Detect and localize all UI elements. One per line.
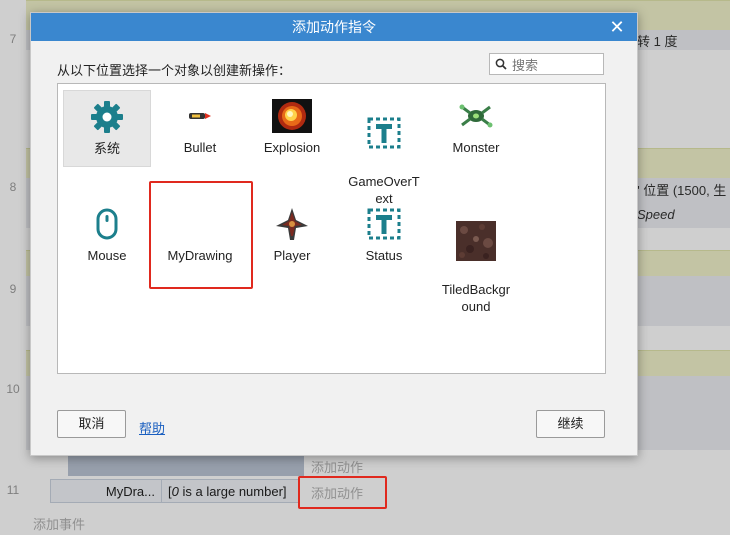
add-event-link[interactable]: 添加事件	[33, 514, 85, 533]
object-label: Explosion	[263, 140, 321, 155]
object-label: Monster	[452, 140, 500, 155]
dialog-title: 添加动作指令	[292, 19, 376, 35]
explosion-sprite-icon	[272, 99, 312, 133]
condition-value: 0	[171, 484, 179, 499]
add-action-dialog: 添加动作指令 ✕ 从以下位置选择一个对象以创建新操作： 搜索 系统 Bullet…	[30, 12, 638, 456]
object-label: TiledBackgr ound	[441, 282, 511, 314]
search-icon	[495, 58, 507, 70]
object-item-player[interactable]: Player	[248, 198, 336, 264]
object-label: Bullet	[183, 140, 217, 155]
object-item-bullet[interactable]: Bullet	[156, 90, 244, 156]
object-item-mouse[interactable]: Mouse	[63, 198, 151, 264]
close-icon[interactable]: ✕	[607, 13, 627, 41]
object-list: 系统 Bullet Explosion GameOverT ext Monste…	[57, 83, 606, 374]
action-text-position: " 位置 (1500, 生	[635, 183, 727, 198]
action-text-speed: Speed	[637, 207, 675, 222]
search-input[interactable]	[510, 55, 604, 75]
object-item-status[interactable]: Status	[340, 198, 428, 264]
object-item-system[interactable]: 系统	[63, 90, 151, 167]
event-row-11[interactable]: MyDra... [0 is a large number]	[50, 479, 300, 503]
highlight-box	[298, 476, 387, 509]
object-label: 系统	[93, 141, 120, 156]
object-label: Player	[273, 248, 311, 263]
action-text-rotate: 转 1 度	[637, 34, 678, 49]
bullet-sprite-icon	[180, 99, 220, 133]
object-item-tiledbackground[interactable]: TiledBackgr ound	[432, 198, 520, 332]
help-link[interactable]: 帮助	[139, 418, 165, 437]
dialog-prompt: 从以下位置选择一个对象以创建新操作：	[57, 63, 292, 78]
row-condition-text: [0 is a large number]	[168, 484, 287, 499]
mouse-icon	[87, 207, 127, 241]
continue-button[interactable]: 继续	[536, 410, 605, 438]
condition-rest: is a large number]	[178, 484, 287, 499]
tiled-background-icon	[456, 221, 496, 261]
cancel-button[interactable]: 取消	[57, 410, 126, 438]
player-sprite-icon	[272, 207, 312, 241]
row-number: 7	[9, 32, 17, 46]
highlight-box	[149, 181, 253, 289]
object-label: Status	[365, 248, 403, 263]
row-number: 11	[6, 483, 20, 497]
search-box[interactable]	[489, 53, 604, 75]
row-object-cell: MyDra...	[51, 480, 162, 502]
row-number: 8	[9, 180, 17, 194]
add-action-link[interactable]: 添加动作	[311, 457, 363, 476]
object-label: Mouse	[87, 248, 127, 263]
row-object-name: MyDra...	[105, 484, 155, 499]
gear-icon	[87, 100, 127, 134]
dialog-titlebar: 添加动作指令 ✕	[31, 13, 637, 41]
object-item-monster[interactable]: Monster	[432, 90, 520, 156]
object-item-explosion[interactable]: Explosion	[248, 90, 336, 156]
text-object-icon	[364, 207, 404, 241]
text-object-icon	[364, 116, 404, 150]
row-number: 9	[9, 282, 17, 296]
row-number: 10	[6, 382, 20, 396]
monster-sprite-icon	[456, 99, 496, 133]
